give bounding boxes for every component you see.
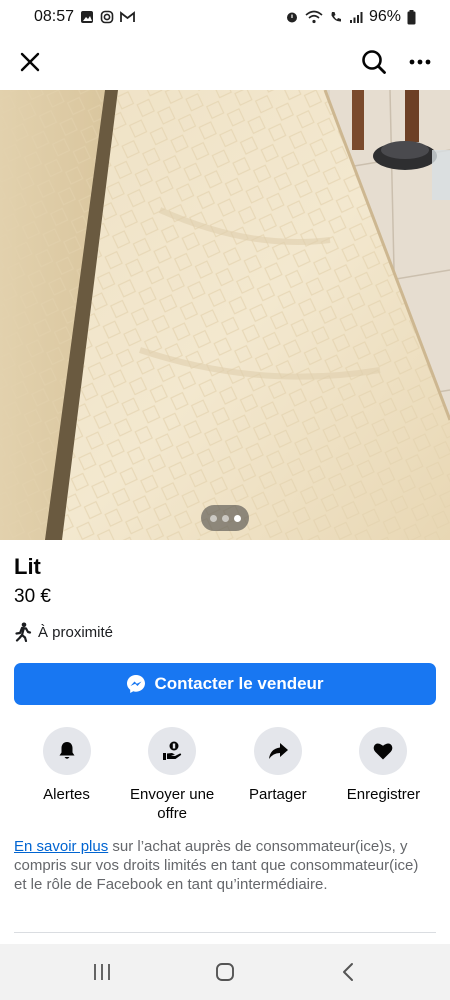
- alerts-button[interactable]: Alertes: [14, 727, 119, 823]
- alerts-circle: [42, 727, 91, 775]
- pager-dot: [221, 514, 229, 522]
- send-offer-label: Envoyer une offre: [130, 786, 215, 822]
- instagram-icon: [100, 10, 114, 24]
- listing-title: Lit: [14, 554, 41, 579]
- gallery-icon: [80, 10, 94, 24]
- system-nav-bar: [0, 944, 450, 1000]
- close-button[interactable]: [14, 46, 46, 78]
- search-icon: [362, 50, 386, 74]
- save-button[interactable]: Enregistrer: [331, 727, 436, 823]
- back-button[interactable]: [318, 952, 378, 992]
- home-button[interactable]: [195, 952, 255, 992]
- signal-icon: [349, 11, 363, 24]
- pager-dot: [209, 514, 217, 522]
- share-label: Partager: [249, 786, 307, 803]
- wifi-icon: [305, 10, 323, 24]
- status-bar: 08:57 96%: [0, 0, 450, 34]
- offer-icon: [163, 741, 182, 760]
- top-bar: [0, 34, 450, 90]
- divider: [14, 932, 436, 933]
- proximity-row: À proximité: [14, 622, 113, 642]
- share-icon: [268, 743, 288, 759]
- buyer-info: En savoir plus sur l’achat auprès de con…: [14, 837, 424, 894]
- pager-dot-active: [233, 514, 241, 522]
- search-button[interactable]: [358, 46, 390, 78]
- wifi-call-icon: [329, 10, 343, 24]
- alerts-label: Alertes: [43, 786, 90, 803]
- status-right: 96%: [285, 8, 416, 26]
- status-left: 08:57: [34, 8, 135, 26]
- close-icon: [20, 52, 40, 72]
- heart-icon: [374, 743, 393, 760]
- listing-price: 30 €: [14, 586, 51, 607]
- more-icon: [409, 59, 431, 65]
- recent-apps-button[interactable]: [72, 952, 132, 992]
- more-button[interactable]: [404, 46, 436, 78]
- recent-apps-icon: [93, 964, 110, 980]
- contact-seller-label: Contacter le vendeur: [154, 674, 324, 693]
- gmail-icon: [120, 11, 135, 23]
- send-offer-circle: [148, 727, 197, 775]
- bed-photo-image: [0, 90, 450, 540]
- home-icon: [216, 963, 234, 981]
- bell-icon: [59, 742, 74, 759]
- walking-icon: [15, 622, 32, 642]
- alarm-icon: [285, 10, 299, 24]
- share-circle: [253, 727, 302, 775]
- messenger-icon: [127, 675, 146, 693]
- contact-seller-button[interactable]: Contacter le vendeur: [14, 663, 436, 705]
- battery-percent: 96%: [368, 8, 401, 25]
- top-bar-actions: [358, 46, 436, 78]
- save-label: Enregistrer: [346, 786, 421, 803]
- battery-icon: [407, 9, 416, 25]
- status-time: 08:57: [34, 8, 75, 25]
- action-row: Alertes Envoyer une offre Partager Enreg…: [14, 727, 436, 823]
- send-offer-button[interactable]: Envoyer une offre: [120, 727, 225, 823]
- learn-more-link[interactable]: En savoir plus: [14, 838, 108, 855]
- share-button[interactable]: Partager: [225, 727, 330, 823]
- photo-pager: [201, 505, 249, 531]
- back-icon: [343, 963, 354, 981]
- listing-photo[interactable]: [0, 90, 450, 540]
- save-circle: [359, 727, 408, 775]
- proximity-label: À proximité: [38, 623, 114, 641]
